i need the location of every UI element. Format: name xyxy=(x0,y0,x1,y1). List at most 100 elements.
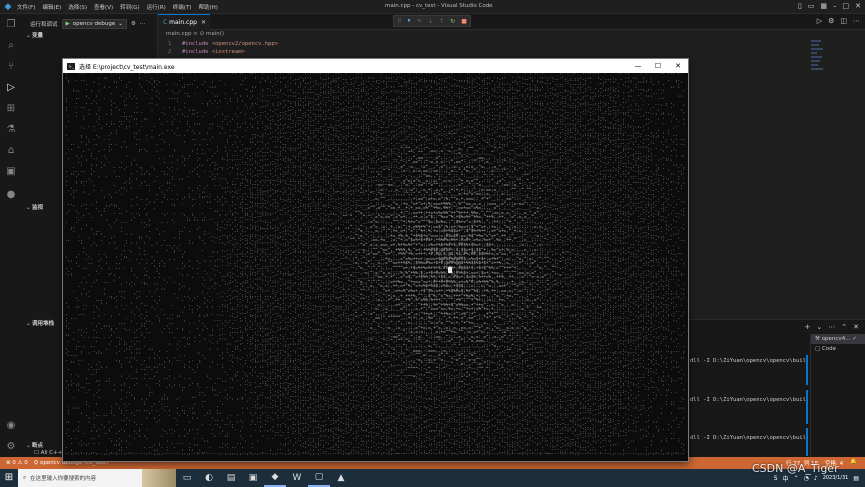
edge-icon[interactable]: ◐ xyxy=(198,469,220,487)
breadcrumb-file[interactable]: main.cpp xyxy=(166,31,192,37)
call-stack-section[interactable]: ⌄调用堆栈 xyxy=(26,319,54,327)
more-icon[interactable]: ⋯ xyxy=(853,17,860,25)
toggle-panel-icon[interactable]: ▭ xyxy=(808,2,815,10)
tray-chevron-icon[interactable]: ⌃ xyxy=(794,475,799,482)
checkbox-icon[interactable]: ☐ xyxy=(34,450,41,456)
code-keyword: #include xyxy=(182,49,209,55)
maximize-icon[interactable]: ☐ xyxy=(648,59,668,73)
menu-edit[interactable]: 编辑(E) xyxy=(42,3,61,11)
step-into-icon[interactable]: ↓ xyxy=(428,18,433,25)
breadcrumb-symbol[interactable]: main() xyxy=(206,31,224,37)
code-view[interactable]: 1 #include <opencv2/opencv.hpp> 2 #include… xyxy=(168,40,278,56)
run-file-icon[interactable]: ▷ xyxy=(817,17,822,25)
tab-main-cpp[interactable]: C main.cpp ✕ xyxy=(158,14,210,30)
drag-handle-icon[interactable]: ⠿ xyxy=(397,18,401,25)
problems-status[interactable]: ⊗ 0 ⚠ 0 xyxy=(6,460,28,467)
account-icon[interactable]: ◉ xyxy=(5,420,17,432)
console-titlebar[interactable]: >_ 选择 E:\project\cv_test\main.exe — ☐ ✕ xyxy=(63,59,688,73)
chevron-down-icon[interactable]: ⌄ xyxy=(816,323,822,331)
menu-file[interactable]: 文件(F) xyxy=(17,3,35,11)
minimap[interactable] xyxy=(811,40,825,86)
menu-view[interactable]: 查看(V) xyxy=(94,3,113,11)
watch-section[interactable]: ⌄监视 xyxy=(26,203,43,211)
terminal-line: dll -I D:\ZiYuan\opencv\opencv\buil xyxy=(690,358,806,364)
menu-bar: 文件(F) 编辑(E) 选择(S) 查看(V) 转到(G) 运行(R) 终端(T… xyxy=(17,3,218,11)
more-icon[interactable]: ⋯ xyxy=(140,21,146,27)
vscode-titlebar: ◆ 文件(F) 编辑(E) 选择(S) 查看(V) 转到(G) 运行(R) 终端… xyxy=(0,0,865,14)
terminal-tab-code[interactable]: ▢ Code xyxy=(811,344,865,354)
vscode-taskbar-icon[interactable]: ◆ xyxy=(264,469,286,487)
start-debug-icon[interactable]: ▶ xyxy=(66,21,70,27)
app-icon[interactable]: ▲ xyxy=(330,469,352,487)
ascii-art-output: '````'''``'```'```'`''````'``'`'''``'``'… xyxy=(65,73,686,459)
console-taskbar-icon[interactable]: ▢ xyxy=(308,469,330,487)
run-debug-icon[interactable]: ▷ xyxy=(5,82,17,94)
gear-icon[interactable]: ⚙ xyxy=(828,17,834,25)
menu-run[interactable]: 运行(R) xyxy=(147,3,166,11)
word-icon[interactable]: W xyxy=(286,469,308,487)
ime-logo-icon[interactable]: S xyxy=(774,475,778,482)
start-icon[interactable]: ⊞ xyxy=(0,469,18,487)
console-title: 选择 E:\project\cv_test\main.exe xyxy=(79,63,175,71)
close-panel-icon[interactable]: ✕ xyxy=(853,323,859,331)
terminal-tab-label: Code xyxy=(821,346,837,352)
layout-icon[interactable]: ▦ xyxy=(820,2,827,10)
minimize-icon[interactable]: – xyxy=(833,2,837,10)
step-over-icon[interactable]: ↷ xyxy=(417,18,422,25)
chat-icon[interactable]: ● xyxy=(5,189,17,201)
notifications-icon[interactable]: 🔔 xyxy=(850,459,857,467)
maximize-panel-icon[interactable]: ⌃ xyxy=(841,323,847,331)
stop-icon[interactable]: ■ xyxy=(461,18,467,25)
taskbar-search[interactable]: ⌕ 在这里输入你要搜索的内容 xyxy=(18,469,176,487)
menu-selection[interactable]: 选择(S) xyxy=(68,3,87,11)
clock[interactable]: 2023/1/31 xyxy=(823,475,849,482)
desktop-screen: ◆ 文件(F) 编辑(E) 选择(S) 查看(V) 转到(G) 运行(R) 终端… xyxy=(0,0,865,487)
minimize-icon[interactable]: — xyxy=(628,59,648,73)
search-icon[interactable]: ⌕ xyxy=(5,40,17,52)
run-debug-header: 运行和调试 ▶ opencv debuge ⌄ ⚙ ⋯ xyxy=(30,19,145,29)
task-view-icon[interactable]: ▭ xyxy=(176,469,198,487)
testing-icon[interactable]: ⚗ xyxy=(5,124,17,136)
terminal-tab-opencv[interactable]: ⚒ opencv4... ✓ xyxy=(811,334,865,344)
more-icon[interactable]: ⋯ xyxy=(828,323,835,331)
search-highlight-image xyxy=(142,469,176,487)
close-icon[interactable]: ✕ xyxy=(668,59,688,73)
extensions-icon[interactable]: ⊞ xyxy=(5,103,17,115)
close-tab-icon[interactable]: ✕ xyxy=(201,19,206,26)
volume-icon[interactable]: ♪ xyxy=(814,475,818,482)
explorer-icon[interactable]: ❐ xyxy=(5,19,17,31)
close-icon[interactable]: ✕ xyxy=(855,2,861,10)
launch-config-select[interactable]: ▶ opencv debuge ⌄ xyxy=(61,19,127,29)
scroll-marker xyxy=(806,428,808,456)
run-debug-title: 运行和调试 xyxy=(30,22,58,28)
terminal-app-icon[interactable]: ▣ xyxy=(242,469,264,487)
file-explorer-icon[interactable]: ▤ xyxy=(220,469,242,487)
split-editor-icon[interactable]: ◫ xyxy=(840,17,847,25)
restart-icon[interactable]: ↻ xyxy=(450,18,455,25)
network-icon[interactable]: ◔ xyxy=(804,475,809,482)
console-window[interactable]: >_ 选择 E:\project\cv_test\main.exe — ☐ ✕ … xyxy=(62,58,689,462)
variables-section[interactable]: ⌄变量 xyxy=(26,31,43,39)
step-out-icon[interactable]: ↑ xyxy=(439,18,444,25)
source-control-icon[interactable]: ⑂ xyxy=(5,61,17,73)
menu-help[interactable]: 帮助(H) xyxy=(198,3,217,11)
remote-icon[interactable]: ⌂ xyxy=(5,145,17,157)
maximize-icon[interactable]: □ xyxy=(843,2,850,10)
tab-label: main.cpp xyxy=(169,19,197,26)
docker-icon[interactable]: ▣ xyxy=(5,166,17,178)
breakpoint-item[interactable]: ☐ All C++ xyxy=(34,450,62,456)
menu-go[interactable]: 转到(G) xyxy=(120,3,140,11)
console-window-controls: — ☐ ✕ xyxy=(628,59,688,73)
notification-center-icon[interactable]: ▤ xyxy=(853,475,859,482)
panel-actions: + ⌄ ⋯ ⌃ ✕ xyxy=(805,323,860,331)
scroll-marker xyxy=(806,390,808,424)
toggle-sidebar-icon[interactable]: ▯ xyxy=(798,2,802,10)
cpp-file-icon: C xyxy=(163,19,168,26)
settings-gear-icon[interactable]: ⚙ xyxy=(5,441,17,453)
gear-icon[interactable]: ⚙ xyxy=(131,21,136,27)
breakpoints-section[interactable]: ⌄断点 xyxy=(26,441,43,449)
pause-icon[interactable]: ⏸ xyxy=(408,17,411,25)
new-terminal-icon[interactable]: + xyxy=(805,323,811,331)
menu-terminal[interactable]: 终端(T) xyxy=(173,3,192,11)
breakpoints-label: 断点 xyxy=(32,443,44,449)
